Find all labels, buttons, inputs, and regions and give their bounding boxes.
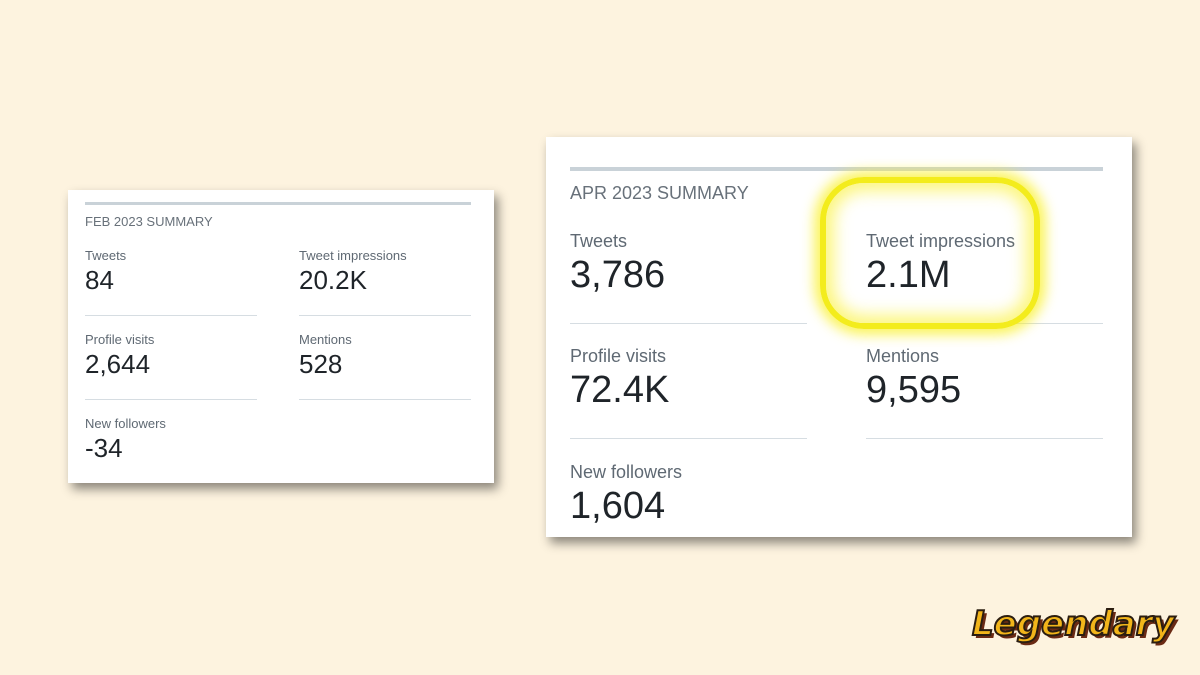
divider — [299, 399, 471, 400]
divider — [866, 438, 1103, 439]
stat-value: 3,786 — [570, 254, 666, 296]
stat-value: 20.2K — [299, 265, 367, 295]
card-title: APR 2023 SUMMARY — [570, 183, 749, 203]
stat-value: 9,595 — [866, 369, 962, 411]
stat-value: -34 — [85, 433, 123, 463]
stat-label: Tweet impressions — [866, 231, 1016, 251]
divider — [299, 315, 471, 316]
stat-tweet-impressions: Tweet impressions 20.2K — [299, 248, 407, 296]
stat-label: New followers — [570, 462, 683, 482]
stat-label: Tweet impressions — [299, 248, 407, 263]
stat-label: Tweets — [570, 231, 628, 251]
apr-summary-card: APR 2023 SUMMARY Tweets 3,786 Tweet impr… — [546, 137, 1132, 537]
stat-label: Tweets — [85, 248, 127, 263]
feb-summary-card: FEB 2023 SUMMARY Tweets 84 Tweet impress… — [68, 190, 494, 483]
stat-tweet-impressions: Tweet impressions 2.1M — [866, 231, 1015, 297]
legendary-logo: Legendary — [971, 603, 1176, 650]
stat-label: Mentions — [299, 332, 352, 347]
stat-mentions: Mentions 9,595 — [866, 346, 961, 412]
stat-label: Profile visits — [85, 332, 155, 347]
card-top-rule — [570, 167, 1103, 171]
stat-new-followers: New followers -34 — [85, 416, 166, 464]
stat-value: 72.4K — [570, 369, 670, 411]
divider — [570, 438, 807, 439]
stat-value: 84 — [85, 265, 114, 295]
divider — [85, 315, 257, 316]
stat-tweets: Tweets 84 — [85, 248, 126, 296]
stat-new-followers: New followers 1,604 — [570, 462, 682, 528]
stat-label: Mentions — [866, 346, 940, 366]
stat-tweets: Tweets 3,786 — [570, 231, 665, 297]
divider — [85, 399, 257, 400]
stat-value: 1,604 — [570, 485, 666, 527]
stat-value: 2,644 — [85, 349, 151, 379]
stat-value: 528 — [299, 349, 343, 379]
logo-text: Legendary — [971, 603, 1176, 645]
card-title: FEB 2023 SUMMARY — [85, 214, 213, 229]
stat-label: New followers — [85, 416, 166, 431]
divider — [570, 323, 807, 324]
stat-value: 2.1M — [866, 254, 951, 296]
card-top-rule — [85, 202, 471, 205]
stat-profile-visits: Profile visits 72.4K — [570, 346, 669, 412]
divider — [866, 323, 1103, 324]
stat-profile-visits: Profile visits 2,644 — [85, 332, 154, 380]
stat-mentions: Mentions 528 — [299, 332, 352, 380]
stat-label: Profile visits — [570, 346, 667, 366]
